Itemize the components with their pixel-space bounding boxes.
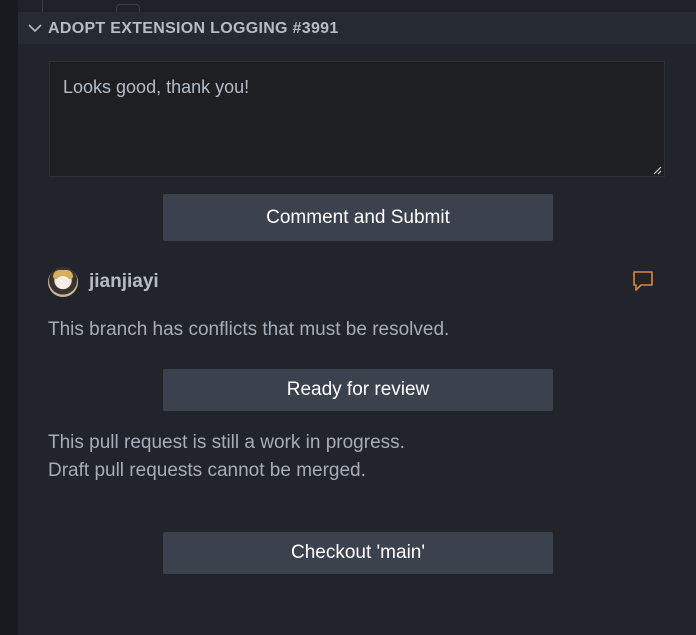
- draft-status-text: Draft pull requests cannot be merged.: [48, 460, 366, 481]
- pull-request-panel: ADOPT EXTENSION LOGGING #3991 Looks good…: [18, 12, 696, 635]
- comment-textarea[interactable]: Looks good, thank you!: [49, 61, 665, 177]
- avatar-face: [56, 276, 70, 289]
- checkout-main-button[interactable]: Checkout 'main': [163, 532, 553, 574]
- section-title: ADOPT EXTENSION LOGGING #3991: [48, 20, 339, 37]
- chevron-down-icon[interactable]: [27, 20, 43, 36]
- avatar[interactable]: [48, 267, 78, 297]
- tree-guide-line: [42, 0, 43, 12]
- activity-gutter: [0, 0, 18, 635]
- username[interactable]: jianjiayi: [89, 271, 159, 293]
- wip-status-text: This pull request is still a work in pro…: [48, 432, 405, 453]
- resize-grip-icon[interactable]: [652, 165, 662, 175]
- section-header[interactable]: ADOPT EXTENSION LOGGING #3991: [18, 12, 696, 44]
- ready-for-review-button[interactable]: Ready for review: [163, 369, 553, 411]
- conflict-status-text: This branch has conflicts that must be r…: [48, 319, 450, 340]
- comment-icon[interactable]: [631, 269, 655, 293]
- comment-and-submit-button[interactable]: Comment and Submit: [163, 194, 553, 241]
- previous-section-edge: [18, 0, 696, 13]
